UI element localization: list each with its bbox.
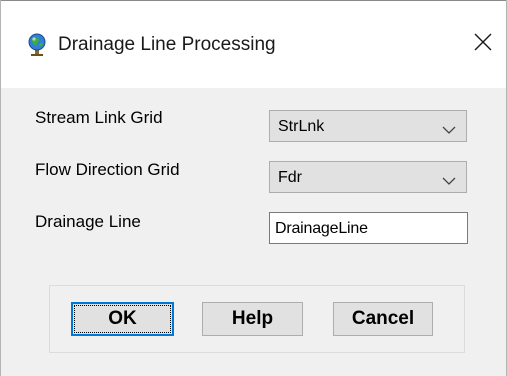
stream-link-grid-label: Stream Link Grid (35, 108, 163, 127)
close-icon (474, 33, 492, 56)
cancel-button[interactable]: Cancel (333, 302, 433, 336)
flow-direction-grid-label: Flow Direction Grid (35, 160, 180, 179)
drainage-line-value: DrainageLine (275, 220, 368, 237)
flow-direction-grid-select[interactable]: Fdr (269, 161, 467, 193)
chevron-down-icon (442, 122, 456, 134)
chevron-down-icon (442, 173, 456, 185)
window-title: Drainage Line Processing (58, 34, 276, 55)
title-bar[interactable]: Drainage Line Processing (1, 0, 506, 88)
drainage-line-input[interactable]: DrainageLine (269, 212, 468, 244)
button-group: OK Help Cancel (49, 285, 465, 353)
help-button[interactable]: Help (202, 302, 303, 336)
drainage-line-dialog: Drainage Line Processing Stream Link Gri… (0, 0, 507, 376)
stream-link-grid-value: StrLnk (278, 118, 325, 135)
ok-button[interactable]: OK (71, 302, 174, 336)
close-button[interactable] (460, 19, 506, 69)
globe-pin-icon (27, 33, 47, 57)
stream-link-grid-select[interactable]: StrLnk (269, 110, 467, 142)
dialog-body: Stream Link Grid StrLnk Flow Direction G… (1, 88, 506, 376)
drainage-line-label: Drainage Line (35, 212, 141, 231)
flow-direction-grid-value: Fdr (278, 169, 302, 186)
